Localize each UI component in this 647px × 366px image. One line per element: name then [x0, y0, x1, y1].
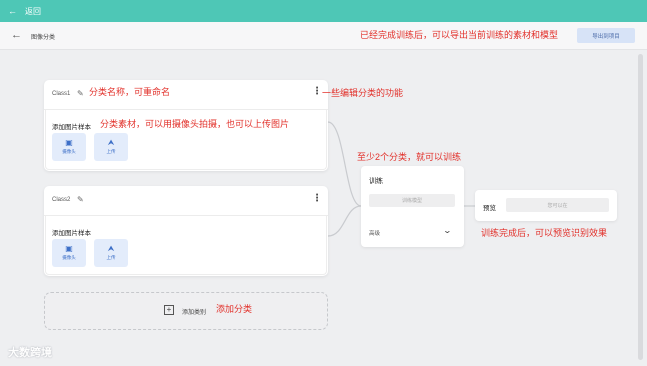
annotation-min-classes: 至少2个分类，就可以训练 [357, 152, 462, 162]
advanced-toggle[interactable]: 高级 [369, 229, 380, 237]
class-name[interactable]: Class2 [52, 197, 70, 203]
training-panel: 训练 训练模型 高级 ⌄ [361, 166, 464, 247]
annotation-material: 分类素材，可以用摄像头拍摄，也可以上传图片 [100, 119, 290, 129]
more-vertical-icon[interactable]: ⋮ [312, 87, 322, 97]
upload-label: 上传 [106, 255, 116, 260]
upload-button[interactable]: ⮝ 上传 [94, 239, 128, 267]
train-model-button[interactable]: 训练模型 [369, 194, 455, 207]
preview-panel: 预览 您可以在 [475, 190, 617, 221]
preview-button[interactable]: 您可以在 [506, 198, 609, 212]
annotation-edit: 一些编辑分类的功能 [322, 88, 404, 98]
pencil-icon[interactable]: ✎ [77, 89, 84, 98]
samples-label: 添加图片样本 [52, 124, 91, 131]
annotation-preview: 训练完成后，可以预览识别效果 [481, 228, 608, 238]
add-class-button[interactable]: + 添加类别 [44, 292, 328, 330]
training-title: 训练 [369, 178, 383, 185]
scrollbar[interactable] [638, 54, 643, 360]
class-name[interactable]: Class1 [52, 91, 70, 97]
webcam-label: 摄像头 [62, 255, 76, 260]
chevron-down-icon[interactable]: ⌄ [443, 226, 452, 235]
add-class-label: 添加类别 [182, 310, 207, 316]
more-vertical-icon[interactable]: ⋮ [312, 194, 322, 204]
upload-button[interactable]: ⮝ 上传 [94, 133, 128, 161]
upload-icon: ⮝ [107, 138, 115, 147]
preview-title: 预览 [483, 205, 496, 212]
annotation-add-class: 添加分类 [216, 304, 253, 314]
webcam-label: 摄像头 [62, 149, 76, 154]
webcam-button[interactable]: ▣ 摄像头 [52, 133, 86, 161]
class-card-header [44, 186, 328, 216]
webcam-button[interactable]: ▣ 摄像头 [52, 239, 86, 267]
connector-line [327, 121, 362, 207]
camera-icon: ▣ [65, 244, 73, 253]
connector-line [327, 205, 362, 237]
samples-area [45, 216, 327, 275]
annotation-rename: 分类名称，可重命名 [89, 87, 171, 97]
samples-label: 添加图片样本 [52, 230, 91, 237]
watermark: 大数跨境 [8, 347, 52, 359]
upload-icon: ⮝ [107, 244, 115, 253]
class-card-header [44, 80, 328, 110]
upload-label: 上传 [106, 149, 116, 154]
class-card: Class2 ✎ ⋮ 添加图片样本 ▣ 摄像头 ⮝ 上传 [44, 186, 328, 276]
plus-icon: + [164, 305, 174, 315]
camera-icon: ▣ [65, 138, 73, 147]
pencil-icon[interactable]: ✎ [77, 195, 84, 204]
